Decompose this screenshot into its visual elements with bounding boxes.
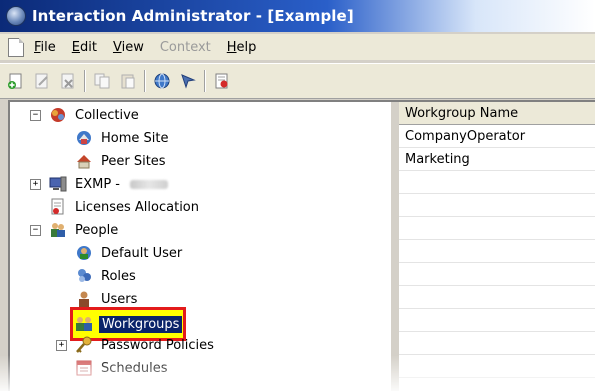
navigation-tree[interactable]: − Collective Home Site Peer Sites + EXMP… (10, 102, 390, 391)
menu-context: Context (159, 39, 211, 55)
tree-node-label: Default User (101, 245, 183, 261)
menu-file[interactable]: File (34, 40, 56, 55)
list-row[interactable]: Marketing (399, 148, 595, 171)
paste-icon (121, 74, 135, 89)
peer-sites-icon (77, 155, 91, 169)
tree-node-label: Collective (75, 107, 139, 123)
tree-node-label: Roles (101, 268, 136, 284)
list-row-empty (399, 309, 595, 332)
tree-node-home-site[interactable]: Home Site (74, 127, 170, 149)
app-window: Interaction Administrator - [Example] Fi… (0, 0, 595, 391)
workgroups-node-content: Workgroups (74, 314, 183, 334)
list-row-empty (399, 194, 595, 217)
list-row-empty (399, 286, 595, 309)
copy-icon (94, 73, 110, 89)
list-row[interactable]: CompanyOperator (399, 125, 595, 148)
menu-help[interactable]: Help (227, 40, 257, 55)
tree-node-password-policies[interactable]: Password Policies (74, 334, 216, 356)
users-icon (79, 291, 89, 307)
paste-button[interactable] (118, 71, 138, 91)
people-icon (51, 223, 65, 237)
menu-view[interactable]: View (113, 40, 144, 55)
tree-node-label: Licenses Allocation (75, 199, 200, 215)
default-user-icon (77, 246, 91, 260)
tree-node-label: Workgroups (99, 315, 183, 333)
tree-node-roles[interactable]: Roles (74, 265, 138, 287)
tree-node-default-user[interactable]: Default User (74, 242, 184, 264)
menu-edit[interactable]: Edit (72, 40, 97, 55)
edit-icon (35, 73, 48, 89)
tree-node-exmp[interactable]: EXMP - (48, 173, 168, 195)
tree-node-collective[interactable]: Collective (48, 104, 141, 126)
tree-node-label: EXMP - (75, 176, 120, 192)
window-title: Interaction Administrator - [Example] (32, 7, 354, 25)
tree-node-label: People (75, 222, 119, 238)
tree-node-schedules[interactable]: Schedules (74, 357, 170, 379)
globe-icon (154, 73, 170, 89)
properties-button[interactable] (212, 71, 232, 91)
tree-node-label: Peer Sites (101, 153, 166, 169)
title-bar[interactable]: Interaction Administrator - [Example] (0, 0, 595, 32)
list-row-empty (399, 171, 595, 194)
workgroup-list: Workgroup Name CompanyOperator Marketing (399, 102, 595, 391)
delete-button[interactable] (58, 71, 78, 91)
schedules-icon (76, 360, 92, 376)
wand-button[interactable] (178, 71, 198, 91)
copy-button[interactable] (92, 71, 112, 91)
list-row-empty (399, 332, 595, 355)
tree-node-label: Users (101, 291, 138, 307)
tree-node-label: Schedules (101, 360, 168, 376)
tree-node-label: Password Policies (101, 337, 214, 353)
workgroups-icon (76, 317, 92, 331)
list-row-empty (399, 263, 595, 286)
toolbar-separator (144, 70, 146, 92)
roles-icon (78, 269, 91, 282)
home-site-icon (77, 131, 91, 145)
tree-node-label: Home Site (101, 130, 169, 146)
toolbar-separator (204, 70, 206, 92)
menu-bar: File Edit View Context Help (0, 34, 595, 60)
collective-icon (51, 108, 65, 122)
main-content: − Collective Home Site Peer Sites + EXMP… (8, 100, 595, 391)
license-icon (51, 198, 64, 215)
list-row-empty (399, 217, 595, 240)
expand-toggle[interactable]: + (56, 340, 67, 351)
interaction-admin-globe-icon (6, 6, 26, 26)
toolbar-separator (84, 70, 86, 92)
tree-node-licenses-allocation[interactable]: Licenses Allocation (48, 196, 201, 218)
column-header-workgroup-name[interactable]: Workgroup Name (399, 102, 595, 125)
tree-node-peer-sites[interactable]: Peer Sites (74, 150, 168, 172)
delete-icon (61, 73, 74, 89)
list-row-empty (399, 355, 595, 378)
tree-node-people[interactable]: People (48, 219, 120, 241)
new-icon (8, 73, 22, 89)
toolbar (0, 63, 595, 99)
list-row-empty (399, 240, 595, 263)
wand-icon (181, 74, 196, 89)
collapse-toggle[interactable]: − (30, 225, 41, 236)
new-button[interactable] (6, 71, 26, 91)
key-icon (76, 336, 92, 353)
document-icon[interactable] (8, 37, 24, 57)
properties-icon (215, 73, 228, 89)
server-icon (49, 176, 67, 192)
edit-button[interactable] (32, 71, 52, 91)
globe-button[interactable] (152, 71, 172, 91)
expand-toggle[interactable]: + (30, 179, 41, 190)
collapse-toggle[interactable]: − (30, 110, 41, 121)
redacted-text (130, 179, 168, 189)
